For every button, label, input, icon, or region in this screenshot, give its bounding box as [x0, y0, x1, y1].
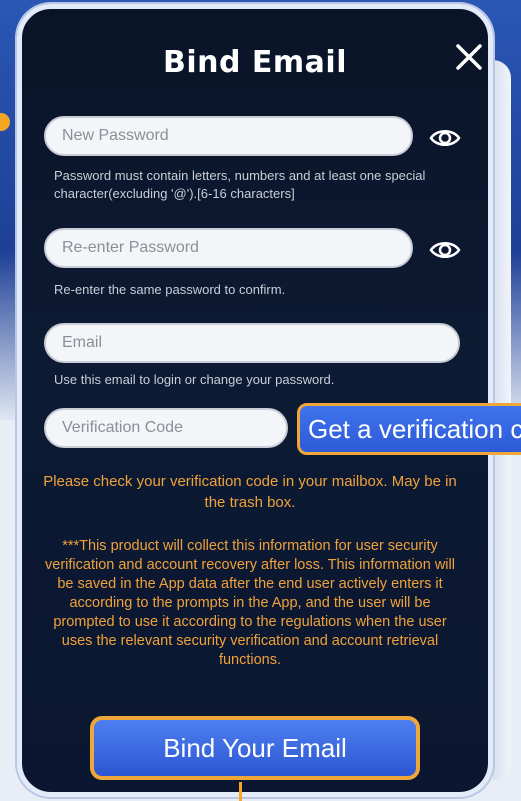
get-verification-code-button[interactable]: Get a verification code	[297, 403, 521, 455]
email-field[interactable]: Email	[44, 323, 460, 363]
new-password-placeholder: New Password	[62, 127, 169, 144]
email-placeholder: Email	[62, 334, 103, 351]
dialog-title: Bind Email	[163, 45, 347, 80]
button-stem-decoration	[239, 782, 242, 801]
eye-icon[interactable]	[429, 238, 461, 262]
email-hint: Use this email to login or change your p…	[54, 372, 335, 387]
eye-icon[interactable]	[429, 126, 461, 150]
bind-email-button[interactable]: Bind Your Email	[90, 716, 420, 780]
reenter-password-hint: Re-enter the same password to confirm.	[54, 282, 286, 297]
new-password-input[interactable]: New Password	[44, 116, 413, 156]
reenter-password-placeholder: Re-enter Password	[62, 239, 199, 256]
mailbox-notice: Please check your verification code in y…	[43, 473, 457, 511]
privacy-notice: ***This product will collect this inform…	[45, 538, 455, 668]
close-icon[interactable]	[453, 41, 485, 73]
new-password-hint: Password must contain letters, numbers a…	[54, 168, 426, 201]
reenter-password-input[interactable]: Re-enter Password	[44, 228, 413, 268]
verification-code-input[interactable]: Verification Code	[44, 408, 288, 448]
verification-code-placeholder: Verification Code	[62, 419, 183, 436]
